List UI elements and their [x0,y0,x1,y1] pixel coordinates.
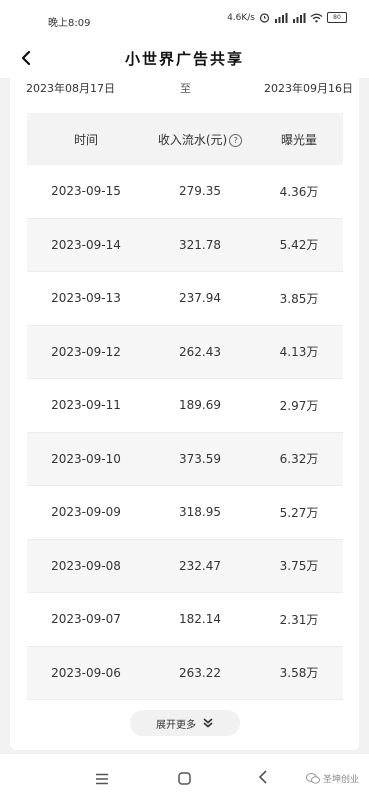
table-row: 2023-09-11 189.69 2.97万 [27,379,343,433]
row-date: 2023-09-10 [51,451,121,466]
row-date: 2023-09-06 [51,665,121,680]
header-exposure: 曝光量 [280,132,317,147]
row-income: 237.94 [179,291,221,306]
wechat-icon [305,773,320,784]
row-date: 2023-09-14 [51,237,121,252]
row-income: 232.47 [179,558,221,573]
table-row: 2023-09-12 262.43 4.13万 [27,325,343,379]
stats-card: 2023年08月17日 至 2023年09月16日 时间 收入流水(元)? 曝光… [10,78,359,750]
row-income: 189.69 [179,398,221,413]
row-date: 2023-09-07 [51,612,121,627]
row-exposure: 3.75万 [279,559,319,574]
earnings-table: 时间 收入流水(元)? 曝光量 2023-09-15 279.35 4.36万 … [27,113,343,700]
row-income: 262.43 [179,344,221,359]
table-row: 2023-09-13 237.94 3.85万 [27,272,343,326]
date-end[interactable]: 2023年09月16日 [264,80,353,96]
system-nav-bar: 圣坤创业 [0,754,369,800]
table-row: 2023-09-09 318.95 5.27万 [27,486,343,540]
row-exposure: 3.85万 [279,291,319,306]
row-exposure: 3.58万 [279,666,319,681]
row-income: 318.95 [179,505,221,520]
row-exposure: 4.36万 [279,184,319,199]
battery-icon: 80 [327,12,347,23]
date-range: 2023年08月17日 至 2023年09月16日 [10,78,359,98]
row-exposure: 6.32万 [279,452,319,467]
nav-menu-button[interactable] [95,770,109,789]
row-date: 2023-09-15 [51,184,121,199]
header: 小世界广告共享 [0,38,369,78]
date-start[interactable]: 2023年08月17日 [26,80,115,96]
signal-icon-2 [292,12,306,23]
page-title: 小世界广告共享 [124,50,244,68]
row-date: 2023-09-13 [51,291,121,306]
signal-icon [274,12,288,23]
watermark: 圣坤创业 [305,772,359,785]
menu-icon [96,773,108,785]
row-date: 2023-09-09 [51,505,121,520]
row-date: 2023-09-11 [51,398,121,413]
row-exposure: 5.42万 [279,238,319,253]
status-icons: 4.6K/s 80 [227,12,347,23]
table-row: 2023-09-15 279.35 4.36万 [27,165,343,219]
table-row: 2023-09-06 263.22 3.58万 [27,646,343,700]
row-exposure: 5.27万 [279,505,319,520]
home-square-icon [178,772,191,785]
row-income: 373.59 [179,451,221,466]
header-income: 收入流水(元)? [145,131,255,148]
row-income: 263.22 [179,665,221,680]
network-speed: 4.6K/s [227,12,255,23]
help-icon[interactable]: ? [229,133,243,147]
status-bar: 晚上8:09 4.6K/s 80 [0,0,369,38]
row-exposure: 4.13万 [279,345,319,360]
row-income: 321.78 [179,237,221,252]
double-chevron-down-icon [203,718,213,728]
row-date: 2023-09-08 [51,558,121,573]
header-income-label: 收入流水(元) [157,132,228,147]
table-row: 2023-09-14 321.78 5.42万 [27,218,343,272]
status-time: 晚上8:09 [48,18,91,29]
table-row: 2023-09-10 373.59 6.32万 [27,432,343,486]
table-row: 2023-09-08 232.47 3.75万 [27,539,343,593]
date-separator: 至 [180,82,191,95]
table-header: 时间 收入流水(元)? 曝光量 [27,113,343,165]
row-exposure: 2.31万 [279,612,319,627]
row-date: 2023-09-12 [51,344,121,359]
nav-back-button[interactable] [258,769,268,788]
wifi-icon [310,13,323,23]
back-triangle-icon [258,770,267,784]
row-exposure: 2.97万 [279,398,319,413]
watermark-text: 圣坤创业 [322,775,359,785]
row-income: 279.35 [179,184,221,199]
table-row: 2023-09-07 182.14 2.31万 [27,593,343,647]
header-date: 时间 [73,132,98,147]
alarm-icon [259,12,270,23]
show-more-label: 展开更多 [156,719,196,731]
nav-home-button[interactable] [178,770,191,789]
show-more-button[interactable]: 展开更多 [130,710,240,736]
content-area: 2023年08月17日 至 2023年09月16日 时间 收入流水(元)? 曝光… [0,78,369,754]
row-income: 182.14 [179,612,221,627]
